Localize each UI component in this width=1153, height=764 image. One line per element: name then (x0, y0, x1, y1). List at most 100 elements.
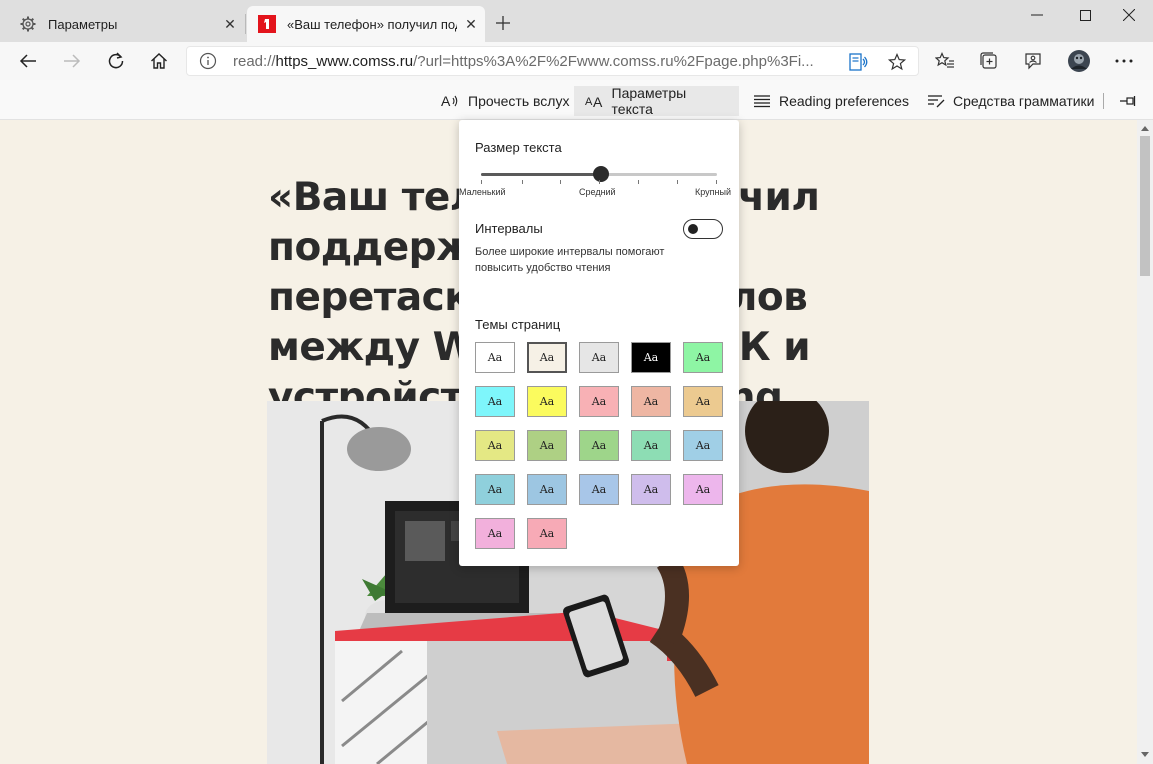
theme-swatch[interactable]: Aa (475, 430, 515, 461)
close-window-button[interactable] (1105, 0, 1153, 30)
spacing-description: Более широкие интервалы помогают повысит… (475, 246, 665, 274)
scroll-up-arrow[interactable] (1141, 126, 1149, 131)
spacing-toggle[interactable] (683, 219, 723, 239)
arrow-right-icon (64, 54, 81, 68)
more-options-button[interactable] (1108, 45, 1140, 77)
text-size-icon: AA (584, 93, 606, 109)
theme-swatch[interactable]: Aa (475, 386, 515, 417)
grammar-tools-icon (925, 94, 947, 108)
feedback-icon (1025, 53, 1041, 70)
pin-icon (1120, 96, 1136, 106)
slider-tick (560, 180, 561, 184)
text-size-heading: Размер текста (475, 140, 562, 155)
home-button[interactable] (143, 45, 175, 77)
toggle-knob (688, 224, 698, 234)
reading-preferences-button[interactable]: Reading preferences (741, 86, 919, 116)
size-label-small: Маленький (459, 187, 506, 197)
info-icon[interactable] (199, 52, 217, 70)
ellipsis-icon (1115, 59, 1133, 63)
arrow-left-icon (19, 54, 36, 68)
text-size-slider[interactable] (481, 166, 717, 182)
immersive-reader-icon[interactable] (847, 50, 871, 74)
minimize-button[interactable] (1013, 0, 1061, 30)
slider-fill (481, 173, 601, 176)
text-settings-label: Параметры текста (611, 85, 687, 117)
maximize-button[interactable] (1061, 0, 1109, 30)
scrollbar[interactable] (1137, 120, 1153, 764)
text-settings-button[interactable]: AA Параметры текста (574, 85, 739, 117)
toolbar-divider (1103, 93, 1104, 109)
theme-swatch[interactable]: Aa (527, 430, 567, 461)
theme-swatch[interactable]: Aa (527, 518, 567, 549)
read-aloud-label: Прочесть вслух (468, 93, 570, 109)
new-tab-button[interactable] (490, 10, 516, 36)
theme-swatch[interactable]: Aa (683, 430, 723, 461)
theme-swatch[interactable]: Aa (527, 386, 567, 417)
slider-tick (716, 180, 717, 184)
favorite-star-icon[interactable] (885, 50, 909, 74)
scroll-down-arrow[interactable] (1141, 752, 1149, 757)
theme-swatch[interactable]: Aa (579, 430, 619, 461)
reader-toolbar: A Прочесть вслух AA Параметры текста Rea… (0, 80, 1153, 120)
read-aloud-icon: A (440, 93, 462, 109)
address-bar[interactable]: read://https_www.comss.ru/?url=https%3A%… (186, 46, 919, 76)
theme-swatch[interactable]: Aa (579, 342, 619, 373)
comss-icon (257, 14, 277, 34)
slider-tick (638, 180, 639, 184)
reading-preferences-label: Reading preferences (779, 93, 909, 109)
pin-toolbar-button[interactable] (1113, 86, 1143, 116)
slider-tick (481, 180, 482, 184)
grammar-tools-label: Средства грамматики (953, 93, 1095, 109)
slider-thumb[interactable] (593, 166, 609, 182)
theme-swatch[interactable]: Aa (475, 474, 515, 505)
read-aloud-button[interactable]: A Прочесть вслух (430, 86, 579, 116)
tab-title: «Ваш телефон» получил поддер (287, 16, 457, 32)
size-label-large: Крупный (695, 187, 731, 197)
theme-swatch[interactable]: Aa (631, 430, 671, 461)
url-text: read://https_www.comss.ru/?url=https%3A%… (233, 53, 814, 70)
profile-button[interactable] (1063, 45, 1095, 77)
svg-text:A: A (441, 93, 451, 109)
back-button[interactable] (12, 45, 44, 77)
slider-tick (599, 180, 600, 184)
slider-tick (677, 180, 678, 184)
grammar-tools-button[interactable]: Средства грамматики (915, 86, 1105, 116)
collections-button[interactable] (973, 45, 1005, 77)
theme-swatch[interactable]: Aa (683, 342, 723, 373)
theme-swatch[interactable]: Aa (527, 342, 567, 373)
feedback-button[interactable] (1017, 45, 1049, 77)
theme-swatch[interactable]: Aa (631, 342, 671, 373)
favorites-list-icon (935, 52, 954, 68)
tab-article[interactable]: «Ваш телефон» получил поддер ✕ (247, 6, 485, 42)
theme-swatch[interactable]: Aa (475, 342, 515, 373)
theme-swatch[interactable]: Aa (631, 386, 671, 417)
theme-swatch[interactable]: Aa (475, 518, 515, 549)
refresh-button[interactable] (100, 45, 132, 77)
theme-swatch[interactable]: Aa (631, 474, 671, 505)
tab-strip: Параметры ✕ «Ваш телефон» получил поддер… (0, 0, 1153, 42)
theme-swatch[interactable]: Aa (579, 386, 619, 417)
tab-settings[interactable]: Параметры ✕ (8, 6, 246, 42)
reading-preferences-icon (751, 94, 773, 108)
tab-title: Параметры (48, 16, 118, 32)
theme-swatch[interactable]: Aa (579, 474, 619, 505)
forward-button[interactable] (56, 45, 88, 77)
collections-icon (980, 52, 997, 69)
svg-text:A: A (585, 96, 593, 108)
theme-swatch[interactable]: Aa (683, 474, 723, 505)
avatar (1068, 50, 1090, 72)
navigation-bar: read://https_www.comss.ru/?url=https%3A%… (0, 42, 1153, 80)
spacing-heading: Интервалы (475, 221, 543, 236)
theme-swatch[interactable]: Aa (683, 386, 723, 417)
theme-swatch[interactable]: Aa (527, 474, 567, 505)
close-icon[interactable]: ✕ (216, 10, 244, 38)
slider-tick (522, 180, 523, 184)
close-icon[interactable]: ✕ (457, 10, 485, 38)
page-themes-heading: Темы страниц (475, 317, 561, 332)
refresh-icon (108, 52, 124, 69)
favorites-button[interactable] (929, 45, 961, 77)
size-label-medium: Средний (579, 187, 616, 197)
home-icon (151, 53, 167, 69)
scrollbar-thumb[interactable] (1140, 136, 1150, 276)
text-settings-panel: Размер текста Маленький Средний Крупный … (459, 120, 739, 566)
